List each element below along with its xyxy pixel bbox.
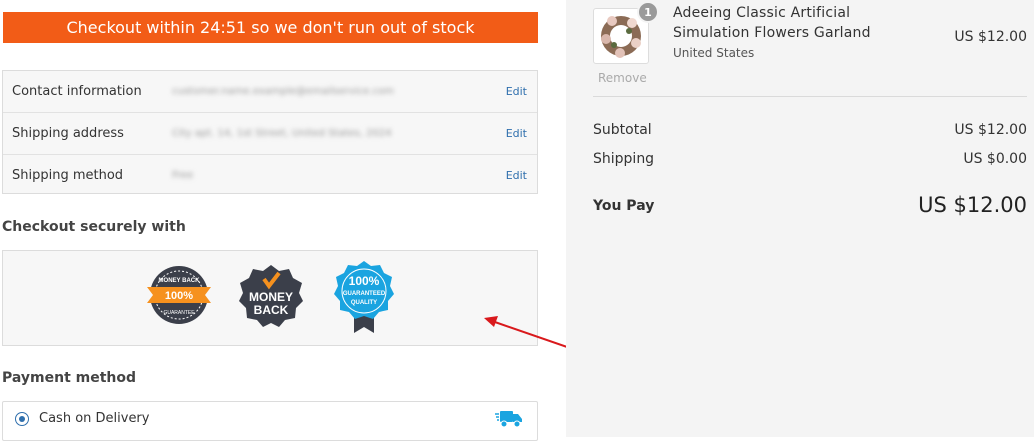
badge1-bottom-text: GUARANTEE — [163, 310, 195, 316]
edit-shipping-address-link[interactable]: Edit — [506, 127, 527, 140]
shipping-address-row: Shipping address City apt. 14, 1st Stree… — [3, 113, 537, 155]
edit-contact-link[interactable]: Edit — [506, 85, 527, 98]
checkout-form-panel: Checkout within 24:51 so we don't run ou… — [0, 0, 623, 441]
contact-info-label: Contact information — [12, 84, 142, 99]
product-country: United States — [673, 46, 755, 60]
money-back-check-badge-icon: MONEY BACK — [239, 265, 303, 327]
contact-info-value: customer.name.example@emailservice.com — [172, 86, 394, 97]
trust-badges-box: 100% MONEY BACK GUARANTEE MONEY BACK 100… — [2, 250, 538, 346]
summary-divider — [593, 96, 1027, 97]
countdown-banner-text: Checkout within 24:51 so we don't run ou… — [66, 18, 475, 37]
product-title: Adeeing Classic Artificial Simulation Fl… — [673, 5, 871, 41]
shipping-value: US $0.00 — [963, 151, 1027, 167]
product-price: US $12.00 — [954, 29, 1027, 45]
remove-item-link[interactable]: Remove — [598, 71, 647, 85]
checkout-securely-heading: Checkout securely with — [2, 219, 186, 235]
order-summary-panel: 1 Remove Adeeing Classic Artificial Simu… — [566, 0, 1034, 437]
shipping-label: Shipping — [593, 151, 655, 167]
you-pay-label: You Pay — [593, 198, 655, 214]
shipping-address-label: Shipping address — [12, 126, 124, 141]
badge3-line1-text: 100% — [349, 274, 380, 288]
cod-radio-button[interactable] — [15, 412, 29, 426]
shipping-method-value: Free — [172, 170, 194, 181]
edit-shipping-method-link[interactable]: Edit — [506, 169, 527, 182]
shipping-method-label: Shipping method — [12, 168, 124, 183]
subtotal-value: US $12.00 — [954, 122, 1027, 138]
guaranteed-quality-badge-icon: 100% GUARANTEED QUALITY — [334, 261, 394, 333]
payment-option-cod[interactable]: Cash on Delivery — [2, 401, 538, 441]
delivery-truck-icon — [495, 411, 522, 428]
contact-info-row: Contact information customer.name.exampl… — [3, 71, 537, 113]
shipping-method-row: Shipping method Free Edit — [3, 155, 537, 196]
quantity-badge: 1 — [637, 1, 659, 23]
money-back-guarantee-badge-icon: 100% MONEY BACK GUARANTEE — [147, 266, 211, 324]
countdown-banner: Checkout within 24:51 so we don't run ou… — [3, 12, 538, 43]
shipping-address-value: City apt. 14, 1st Street, United States,… — [172, 128, 392, 139]
you-pay-value: US $12.00 — [918, 193, 1027, 217]
badge2-line2-text: BACK — [254, 303, 289, 317]
badge2-line1-text: MONEY — [249, 290, 293, 304]
order-info-review: Contact information customer.name.exampl… — [2, 70, 538, 194]
badge3-line3-text: QUALITY — [351, 300, 377, 306]
badge1-center-text: 100% — [165, 290, 193, 302]
badge1-top-text: MONEY BACK — [159, 278, 201, 284]
subtotal-label: Subtotal — [593, 122, 652, 138]
cod-label: Cash on Delivery — [39, 411, 150, 426]
payment-method-heading: Payment method — [2, 370, 137, 386]
badge3-line2-text: GUARANTEED — [343, 291, 386, 297]
